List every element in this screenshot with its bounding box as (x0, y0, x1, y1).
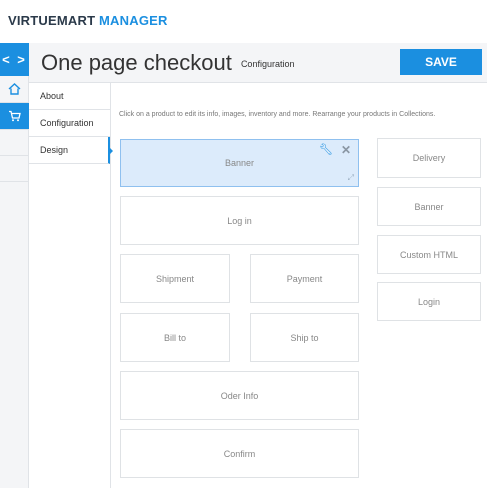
layout-block-confirm[interactable]: Confirm (120, 429, 359, 478)
block-label: Delivery (412, 153, 446, 163)
wrench-icon[interactable]: 🔧︎ (319, 143, 333, 156)
block-label: Confirm (223, 448, 256, 459)
layout-block-order-info[interactable]: Oder Info (120, 371, 359, 420)
brand-name-part2: MANAGER (99, 13, 168, 28)
save-button[interactable]: SAVE (400, 49, 482, 75)
block-label: Login (417, 296, 441, 307)
instruction-text: Click on a product to edit its info, ima… (119, 111, 436, 118)
block-label: Banner (414, 201, 444, 212)
block-label: Oder Info (220, 390, 259, 401)
resize-handle-icon[interactable]: ⤢ (348, 173, 354, 183)
block-label: Bill to (163, 332, 186, 343)
palette-block-banner[interactable]: Banner (377, 187, 481, 226)
layout-block-bill-to[interactable]: Bill to (120, 313, 230, 362)
page-header: One page checkout Configuration SAVE (29, 43, 487, 83)
brand-name-part1: VIRTUEMART (8, 13, 96, 28)
left-rail: < > (0, 43, 29, 488)
settings-tabs: About Configuration Design (29, 83, 113, 488)
tab-about[interactable]: About (29, 83, 110, 110)
layout-block-shipment[interactable]: Shipment (120, 254, 230, 303)
rail-empty-slot (0, 156, 28, 182)
cart-button[interactable] (0, 103, 29, 130)
layout-block-banner[interactable]: Banner 🔧︎ ✕ ⤢ (120, 139, 359, 187)
close-icon[interactable]: ✕ (341, 143, 351, 157)
block-label: Shipment (155, 273, 195, 284)
tab-configuration[interactable]: Configuration (29, 110, 110, 137)
page-title-text: One page checkout (41, 50, 232, 75)
layout-block-payment[interactable]: Payment (250, 254, 359, 303)
cart-icon (9, 110, 21, 122)
block-label: Ship to (290, 332, 319, 343)
home-icon (8, 83, 21, 95)
page-subtitle: Configuration (240, 59, 295, 70)
rail-empty-slot (0, 130, 28, 156)
brand-logo: VIRTUEMART MANAGER (8, 13, 168, 28)
chevron-left-right-icon[interactable]: < > (0, 43, 29, 76)
block-label: Log in (227, 215, 252, 226)
layout-block-ship-to[interactable]: Ship to (250, 313, 359, 362)
block-label: Banner (224, 158, 255, 168)
block-label: Payment (286, 273, 323, 284)
palette-block-custom-html[interactable]: Custom HTML (377, 235, 481, 274)
block-label: Custom HTML (399, 249, 458, 260)
palette-block-delivery[interactable]: Delivery (377, 138, 481, 178)
home-button[interactable] (0, 76, 29, 103)
palette-block-login[interactable]: Login (377, 282, 481, 321)
tab-design[interactable]: Design (29, 137, 113, 164)
page-title: One page checkout Configuration (41, 50, 294, 76)
layout-block-login[interactable]: Log in (120, 196, 359, 245)
